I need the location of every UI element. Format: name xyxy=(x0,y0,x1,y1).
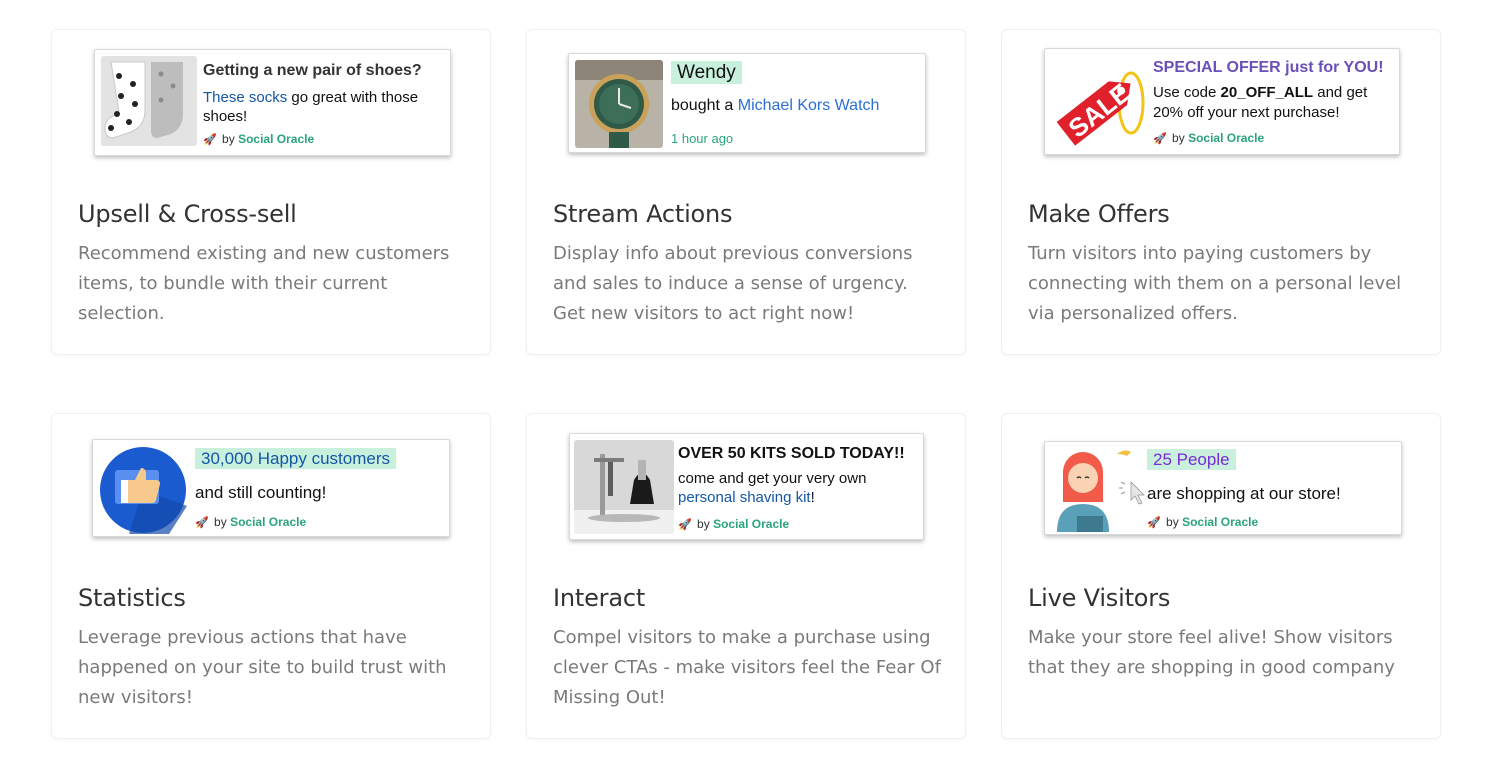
feature-card-statistics: 30,000 Happy customers and still countin… xyxy=(51,413,491,739)
feature-card-interact: OVER 50 KITS SOLD TODAY!! come and get y… xyxy=(526,413,966,739)
brand-name: Social Oracle xyxy=(1182,515,1259,529)
product-link[interactable]: These socks xyxy=(203,89,287,106)
notification-preview: 30,000 Happy customers and still countin… xyxy=(92,439,450,537)
coupon-code: 20_OFF_ALL xyxy=(1220,84,1314,101)
notification-link-line: personal shaving kit! xyxy=(678,489,815,506)
feature-card-upsell: Getting a new pair of shoes? These socks… xyxy=(51,29,491,355)
byline: 🚀 by Social Oracle xyxy=(1147,515,1259,529)
rocket-icon: 🚀 xyxy=(195,517,209,529)
shopper-avatar-icon xyxy=(1051,446,1151,532)
visitor-count: 25 People xyxy=(1147,449,1236,470)
byline: 🚀 by Social Oracle xyxy=(203,132,315,146)
brand-name: Social Oracle xyxy=(1188,131,1265,145)
notification-preview: OVER 50 KITS SOLD TODAY!! come and get y… xyxy=(569,433,924,540)
card-description: Recommend existing and new customers ite… xyxy=(78,243,450,324)
offer-headline: SPECIAL OFFER just for YOU! xyxy=(1153,59,1384,76)
notification-body: are shopping at our store! xyxy=(1147,484,1341,503)
rocket-icon: 🚀 xyxy=(1147,517,1161,529)
notification-body: and still counting! xyxy=(195,483,327,502)
card-title: Upsell & Cross-sell xyxy=(78,200,297,228)
card-description: Turn visitors into paying customers by c… xyxy=(1028,243,1402,324)
rocket-icon: 🚀 xyxy=(203,134,217,146)
stat-highlight: 30,000 Happy customers xyxy=(195,448,396,469)
card-description: Make your store feel alive! Show visitor… xyxy=(1028,627,1395,678)
byline: 🚀 by Social Oracle xyxy=(195,515,307,529)
notification-body: These socks go great with those shoes! xyxy=(203,89,419,125)
brand-name: Social Oracle xyxy=(238,132,315,146)
card-description: Leverage previous actions that have happ… xyxy=(78,627,447,708)
feature-card-make-offers: SALE SPECIAL OFFER just for YOU! Use cod… xyxy=(1001,29,1441,355)
notification-headline: Getting a new pair of shoes? xyxy=(203,62,422,79)
socks-image xyxy=(101,56,197,146)
offer-headline: OVER 50 KITS SOLD TODAY!! xyxy=(678,445,905,462)
notification-body: come and get your very own xyxy=(678,470,867,487)
brand-name: Social Oracle xyxy=(713,517,790,531)
customer-name: Wendy xyxy=(671,61,742,84)
card-description: Display info about previous conversions … xyxy=(553,243,913,324)
byline: 🚀 by Social Oracle xyxy=(678,517,790,531)
card-title: Live Visitors xyxy=(1028,584,1171,612)
sale-tag-image: SALE xyxy=(1049,53,1149,151)
sale-tag-text: SALE xyxy=(1063,77,1136,143)
product-link[interactable]: personal shaving kit xyxy=(678,489,811,506)
notification-body: bought a Michael Kors Watch xyxy=(671,97,880,114)
brand-name: Social Oracle xyxy=(230,515,307,529)
feature-card-live-visitors: 25 People are shopping at our store! 🚀 b… xyxy=(1001,413,1441,739)
byline: 🚀 by Social Oracle xyxy=(1153,131,1265,145)
notification-preview: Wendy bought a Michael Kors Watch 1 hour… xyxy=(568,53,926,153)
card-title: Make Offers xyxy=(1028,200,1170,228)
card-description: Compel visitors to make a purchase using… xyxy=(553,627,941,708)
notification-preview: 25 People are shopping at our store! 🚀 b… xyxy=(1044,441,1402,535)
timestamp: 1 hour ago xyxy=(671,131,734,146)
card-title: Stream Actions xyxy=(553,200,733,228)
notification-preview: Getting a new pair of shoes? These socks… xyxy=(94,49,451,156)
card-title: Interact xyxy=(553,584,646,612)
thumbs-up-icon xyxy=(99,446,187,534)
product-link[interactable]: Michael Kors Watch xyxy=(738,97,880,114)
shaving-kit-image xyxy=(574,440,674,534)
rocket-icon: 🚀 xyxy=(678,519,692,531)
card-title: Statistics xyxy=(78,584,186,612)
notification-preview: SALE SPECIAL OFFER just for YOU! Use cod… xyxy=(1044,48,1400,155)
watch-image xyxy=(575,60,663,148)
feature-card-stream-actions: Wendy bought a Michael Kors Watch 1 hour… xyxy=(526,29,966,355)
rocket-icon: 🚀 xyxy=(1153,133,1167,145)
notification-body: Use code 20_OFF_ALL and get 20% off your… xyxy=(1153,84,1368,121)
